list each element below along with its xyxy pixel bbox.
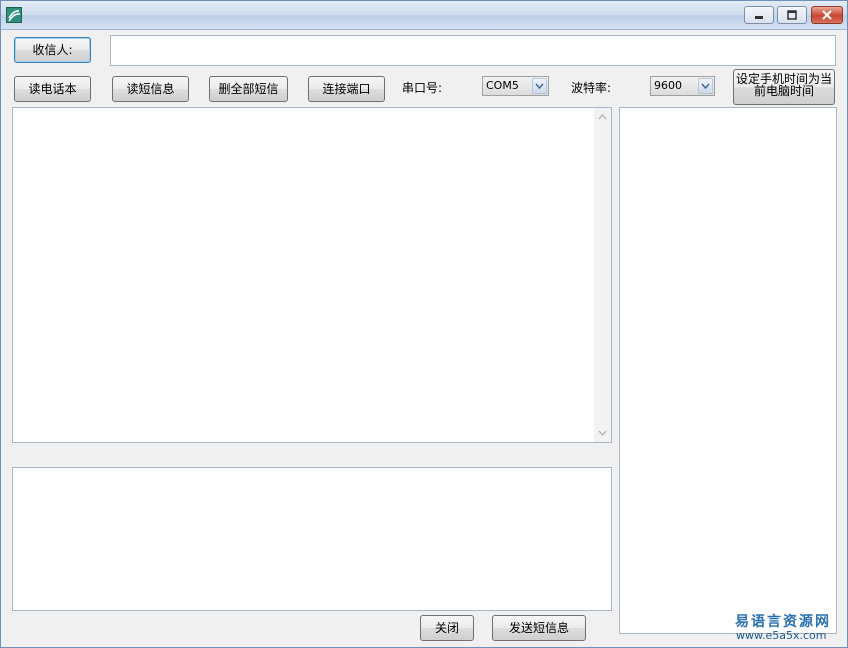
maximize-button[interactable] bbox=[777, 6, 807, 24]
chevron-down-icon[interactable] bbox=[532, 78, 547, 94]
port-select-value: COM5 bbox=[486, 79, 519, 92]
message-list-area[interactable] bbox=[12, 107, 612, 443]
baud-label: 波特率: bbox=[571, 81, 612, 95]
watermark-url: www.e5a5x.com bbox=[736, 629, 827, 642]
set-phone-time-line2: 前电脑时间 bbox=[753, 84, 814, 98]
chevron-down-icon[interactable] bbox=[698, 78, 713, 94]
recipient-button[interactable]: 收信人: bbox=[14, 37, 91, 63]
close-window-button[interactable] bbox=[811, 6, 843, 24]
baud-select-value: 9600 bbox=[654, 79, 682, 92]
minimize-button[interactable] bbox=[744, 6, 774, 24]
scroll-up-icon bbox=[598, 114, 607, 120]
main-window: 收信人: 读电话本 读短信息 删全部短信 连接端口 串口号: COM5 波特率:… bbox=[0, 0, 848, 648]
set-phone-time-button[interactable]: 设定手机时间为当 前电脑时间 bbox=[733, 69, 835, 105]
title-bar[interactable] bbox=[1, 1, 847, 30]
maximize-icon bbox=[778, 7, 806, 23]
scroll-down-icon bbox=[598, 430, 607, 436]
app-icon bbox=[6, 7, 22, 23]
connect-port-button[interactable]: 连接端口 bbox=[308, 76, 385, 102]
message-list-scrollbar[interactable] bbox=[594, 108, 611, 442]
read-sms-button[interactable]: 读短信息 bbox=[112, 76, 189, 102]
send-sms-button[interactable]: 发送短信息 bbox=[492, 615, 586, 641]
compose-message-area[interactable] bbox=[12, 467, 612, 611]
watermark-logo: 易语言资源网 bbox=[735, 614, 831, 630]
side-list-panel[interactable] bbox=[619, 107, 837, 634]
delete-all-sms-button[interactable]: 删全部短信 bbox=[209, 76, 288, 102]
close-icon bbox=[812, 7, 842, 23]
minimize-icon bbox=[745, 7, 773, 23]
baud-select[interactable]: 9600 bbox=[650, 76, 715, 96]
recipient-input[interactable] bbox=[110, 35, 836, 66]
port-select[interactable]: COM5 bbox=[482, 76, 549, 96]
port-label: 串口号: bbox=[402, 81, 443, 95]
read-phonebook-button[interactable]: 读电话本 bbox=[14, 76, 91, 102]
close-button[interactable]: 关闭 bbox=[420, 615, 474, 641]
